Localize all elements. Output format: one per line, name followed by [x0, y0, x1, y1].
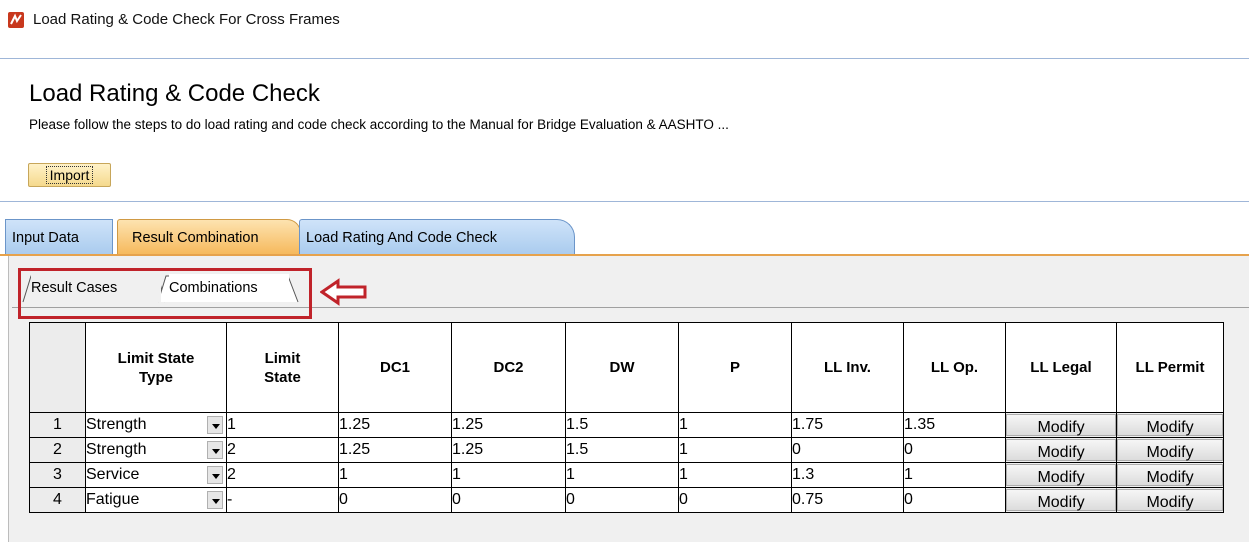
modify-ll-permit-button[interactable]: Modify	[1117, 414, 1223, 436]
ll-inv-cell[interactable]: 0	[791, 437, 904, 463]
chevron-down-icon[interactable]	[207, 441, 223, 459]
table-row: 4 Fatigue - 0 0 0 0 0.75 0 Modify Modify	[29, 487, 1224, 513]
dropdown-value: Fatigue	[86, 491, 140, 508]
ll-op-cell[interactable]: 1	[903, 462, 1006, 488]
p-cell[interactable]: 1	[678, 437, 792, 463]
limit-state-type-dropdown[interactable]: Service	[85, 462, 227, 488]
column-header-ll-inv[interactable]: LL Inv.	[791, 322, 904, 413]
dc2-cell[interactable]: 1.25	[451, 412, 566, 438]
p-cell[interactable]: 1	[678, 462, 792, 488]
divider	[0, 201, 1249, 202]
limit-state-cell[interactable]: 1	[226, 412, 339, 438]
dc1-cell[interactable]: 1	[338, 462, 452, 488]
page-title: Load Rating & Code Check	[29, 80, 320, 107]
annotation-highlight-box	[18, 268, 312, 319]
modify-ll-permit-button[interactable]: Modify	[1117, 439, 1223, 461]
column-header-ll-permit[interactable]: LL Permit	[1116, 322, 1224, 413]
column-header-p[interactable]: P	[678, 322, 792, 413]
chevron-down-icon[interactable]	[207, 466, 223, 484]
tab-label: Result Combination	[132, 230, 259, 246]
p-cell[interactable]: 0	[678, 487, 792, 513]
ll-permit-cell: Modify	[1116, 412, 1224, 438]
dw-cell[interactable]: 1.5	[565, 412, 679, 438]
tab-result-combination[interactable]: Result Combination	[117, 219, 301, 255]
table-row: 2 Strength 2 1.25 1.25 1.5 1 0 0 Modify …	[29, 437, 1224, 463]
dropdown-value: Strength	[86, 416, 147, 433]
limit-state-type-dropdown[interactable]: Fatigue	[85, 487, 227, 513]
row-header[interactable]: 4	[29, 487, 86, 513]
ll-inv-cell[interactable]: 1.3	[791, 462, 904, 488]
main-tab-strip: Input Data Result Combination Load Ratin…	[5, 219, 1249, 255]
ll-permit-cell: Modify	[1116, 487, 1224, 513]
dc2-cell[interactable]: 0	[451, 487, 566, 513]
limit-state-type-dropdown[interactable]: Strength	[85, 437, 227, 463]
column-header-ll-op[interactable]: LL Op.	[903, 322, 1006, 413]
dw-cell[interactable]: 0	[565, 487, 679, 513]
table-header-row: Limit State Type Limit State DC1 DC2 DW …	[29, 322, 1224, 413]
modify-ll-legal-button[interactable]: Modify	[1006, 414, 1116, 436]
ll-legal-cell: Modify	[1005, 437, 1117, 463]
ll-legal-cell: Modify	[1005, 412, 1117, 438]
limit-state-cell[interactable]: -	[226, 487, 339, 513]
tab-load-rating-code-check[interactable]: Load Rating And Code Check	[299, 219, 575, 255]
ll-op-cell[interactable]: 1.35	[903, 412, 1006, 438]
import-button[interactable]: Import	[28, 163, 111, 187]
ll-permit-cell: Modify	[1116, 462, 1224, 488]
dc1-cell[interactable]: 0	[338, 487, 452, 513]
ll-op-cell[interactable]: 0	[903, 487, 1006, 513]
modify-ll-legal-button[interactable]: Modify	[1006, 464, 1116, 486]
tab-input-data[interactable]: Input Data	[5, 219, 113, 255]
ll-inv-cell[interactable]: 0.75	[791, 487, 904, 513]
title-bar: Load Rating & Code Check For Cross Frame…	[0, 0, 1249, 40]
modify-ll-legal-button[interactable]: Modify	[1006, 489, 1116, 511]
chevron-down-icon[interactable]	[207, 416, 223, 434]
left-arrow-icon	[320, 278, 367, 306]
limit-state-cell[interactable]: 2	[226, 437, 339, 463]
dw-cell[interactable]: 1	[565, 462, 679, 488]
tab-label: Load Rating And Code Check	[306, 230, 498, 246]
row-header[interactable]: 2	[29, 437, 86, 463]
import-button-label: Import	[45, 166, 94, 184]
dropdown-value: Service	[86, 466, 140, 483]
table-row: 3 Service 2 1 1 1 1 1.3 1 Modify Modify	[29, 462, 1224, 488]
dc2-cell[interactable]: 1	[451, 462, 566, 488]
combinations-table: Limit State Type Limit State DC1 DC2 DW …	[29, 322, 1224, 513]
modify-ll-permit-button[interactable]: Modify	[1117, 489, 1223, 511]
modify-ll-legal-button[interactable]: Modify	[1006, 439, 1116, 461]
ll-op-cell[interactable]: 0	[903, 437, 1006, 463]
app-logo-icon	[8, 12, 24, 28]
instructions-text: Please follow the steps to do load ratin…	[29, 117, 729, 132]
dc1-cell[interactable]: 1.25	[338, 412, 452, 438]
dc2-cell[interactable]: 1.25	[451, 437, 566, 463]
row-header[interactable]: 1	[29, 412, 86, 438]
chevron-down-icon[interactable]	[207, 491, 223, 509]
limit-state-type-dropdown[interactable]: Strength	[85, 412, 227, 438]
dw-cell[interactable]: 1.5	[565, 437, 679, 463]
window-title: Load Rating & Code Check For Cross Frame…	[33, 11, 340, 28]
corner-header	[29, 322, 86, 413]
row-header[interactable]: 3	[29, 462, 86, 488]
table-row: 1 Strength 1 1.25 1.25 1.5 1 1.75 1.35 M…	[29, 412, 1224, 438]
divider	[0, 58, 1249, 59]
column-header-dw[interactable]: DW	[565, 322, 679, 413]
column-header-limit-state-type[interactable]: Limit State Type	[85, 322, 227, 413]
ll-permit-cell: Modify	[1116, 437, 1224, 463]
dc1-cell[interactable]: 1.25	[338, 437, 452, 463]
modify-ll-permit-button[interactable]: Modify	[1117, 464, 1223, 486]
ll-legal-cell: Modify	[1005, 462, 1117, 488]
ll-inv-cell[interactable]: 1.75	[791, 412, 904, 438]
column-header-dc2[interactable]: DC2	[451, 322, 566, 413]
dropdown-value: Strength	[86, 441, 147, 458]
ll-legal-cell: Modify	[1005, 487, 1117, 513]
p-cell[interactable]: 1	[678, 412, 792, 438]
limit-state-cell[interactable]: 2	[226, 462, 339, 488]
column-header-dc1[interactable]: DC1	[338, 322, 452, 413]
column-header-ll-legal[interactable]: LL Legal	[1005, 322, 1117, 413]
column-header-limit-state[interactable]: Limit State	[226, 322, 339, 413]
tab-label: Input Data	[12, 230, 79, 246]
